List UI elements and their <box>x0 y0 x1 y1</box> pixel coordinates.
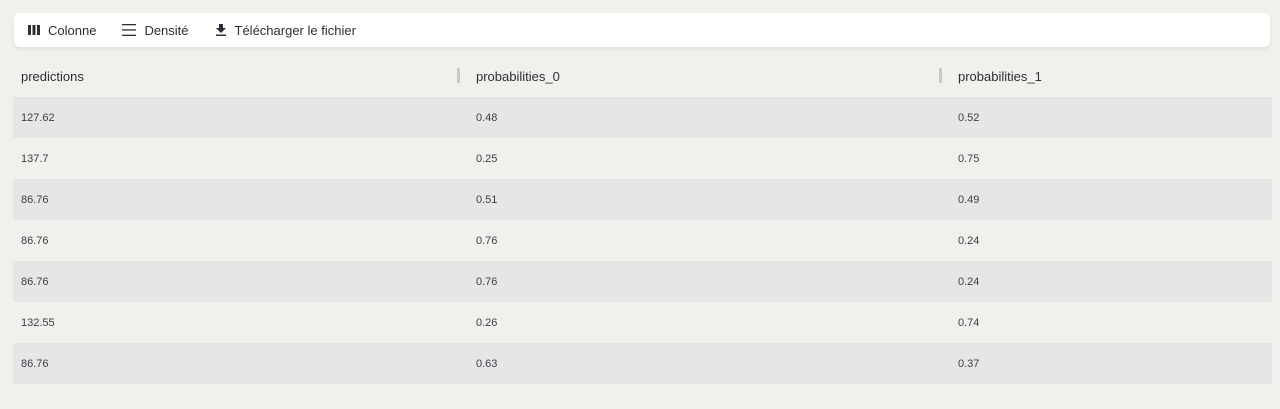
column-separator[interactable] <box>457 68 460 83</box>
table-cell: 0.25 <box>476 152 498 165</box>
header-row: predictions probabilities_0 probabilitie… <box>13 55 1272 97</box>
table-cell: 0.24 <box>958 234 980 247</box>
table-cell: 0.63 <box>476 357 498 370</box>
table-cell: 137.7 <box>21 152 49 165</box>
table-cell: 86.76 <box>21 357 49 370</box>
view-column-icon <box>28 25 40 35</box>
table-cell: 0.51 <box>476 193 498 206</box>
table-cell: 0.75 <box>958 152 980 165</box>
table-cell: 0.74 <box>958 316 980 329</box>
table-row[interactable]: 86.76 0.76 0.24 <box>13 220 1272 261</box>
download-icon <box>215 24 227 36</box>
column-header-predictions[interactable]: predictions <box>21 69 84 84</box>
table-cell: 0.76 <box>476 234 498 247</box>
table-row[interactable]: 86.76 0.63 0.37 <box>13 343 1272 384</box>
table-row[interactable]: 86.76 0.51 0.49 <box>13 179 1272 220</box>
table-cell: 132.55 <box>21 316 55 329</box>
columns-button[interactable]: Colonne <box>28 23 96 38</box>
density-label: Densité <box>144 22 189 38</box>
table-row[interactable]: 132.55 0.26 0.74 <box>13 302 1272 343</box>
table-row[interactable]: 137.7 0.25 0.75 <box>13 138 1272 179</box>
column-header-probabilities-0[interactable]: probabilities_0 <box>476 69 560 84</box>
table-row[interactable]: 86.76 0.76 0.24 <box>13 261 1272 302</box>
density-icon <box>122 24 137 36</box>
column-header-probabilities-1[interactable]: probabilities_1 <box>958 69 1042 84</box>
table-cell: 127.62 <box>21 111 55 124</box>
table-cell: 0.49 <box>958 193 980 206</box>
table-cell: 86.76 <box>21 275 49 288</box>
density-button[interactable]: Densité <box>122 22 189 38</box>
download-label: Télécharger le fichier <box>234 22 356 38</box>
table-cell: 0.37 <box>958 357 980 370</box>
table-cell: 0.48 <box>476 111 498 124</box>
table-cell: 0.76 <box>476 275 498 288</box>
column-separator[interactable] <box>939 68 942 83</box>
download-button[interactable]: Télécharger le fichier <box>215 23 356 38</box>
table-cell: 0.26 <box>476 316 498 329</box>
table-cell: 86.76 <box>21 234 49 247</box>
grid-toolbar: Colonne Densité Télécharger le fichier <box>14 13 1270 47</box>
table-cell: 86.76 <box>21 193 49 206</box>
columns-label: Colonne <box>48 22 97 38</box>
data-grid: predictions probabilities_0 probabilitie… <box>13 55 1272 384</box>
table-cell: 0.52 <box>958 111 980 124</box>
table-cell: 0.24 <box>958 275 980 288</box>
table-row[interactable]: 127.62 0.48 0.52 <box>13 97 1272 138</box>
